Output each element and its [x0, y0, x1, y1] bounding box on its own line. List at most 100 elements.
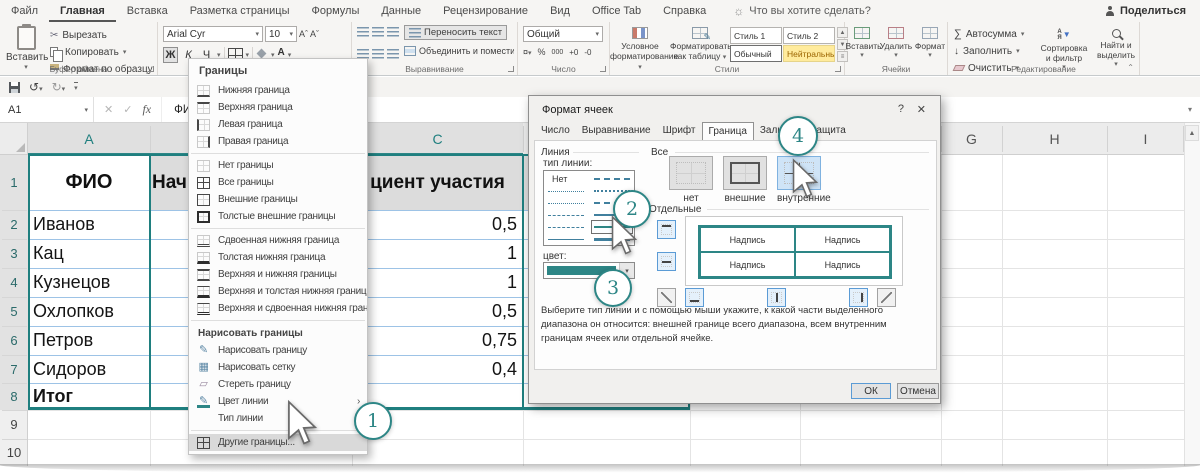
- save-icon[interactable]: [9, 82, 20, 93]
- menu-item[interactable]: Цвет линии›: [189, 393, 367, 410]
- cut-button[interactable]: ✂Вырезать: [50, 28, 153, 42]
- ok-button[interactable]: ОК: [851, 383, 891, 399]
- dialog-tab-font[interactable]: Шрифт: [657, 122, 702, 141]
- menu-item[interactable]: Нарисовать сетку: [189, 359, 367, 376]
- menu-item[interactable]: Все границы: [189, 174, 367, 191]
- fill-button[interactable]: ↓Заполнить▾: [954, 44, 1024, 58]
- border-horizontal-toggle[interactable]: [657, 252, 676, 271]
- copy-button[interactable]: Копировать▾: [50, 45, 153, 59]
- font-size-combo[interactable]: 10▾: [265, 26, 297, 42]
- cancel-button[interactable]: Отмена: [897, 383, 939, 399]
- menu-item[interactable]: Правая граница: [189, 133, 367, 150]
- line-style-option[interactable]: [546, 233, 586, 245]
- menu-item[interactable]: Стереть границу: [189, 376, 367, 393]
- font-name-combo[interactable]: Arial Cyr▾: [163, 26, 263, 42]
- line-style-none[interactable]: Нет: [546, 173, 586, 185]
- cancel-entry-icon[interactable]: ✕: [104, 103, 113, 116]
- menu-item[interactable]: Толстая нижняя граница: [189, 249, 367, 266]
- increase-decimal-button[interactable]: +0: [569, 48, 578, 57]
- tab-insert[interactable]: Вставка: [116, 0, 179, 22]
- preset-outline-button[interactable]: [723, 156, 767, 190]
- dialog-launcher-icon[interactable]: [508, 66, 514, 72]
- line-style-option[interactable]: [546, 185, 586, 197]
- close-icon[interactable]: ✕: [917, 103, 926, 116]
- customize-toolbar-icon[interactable]: ▾: [74, 82, 78, 92]
- preset-none-button[interactable]: [669, 156, 713, 190]
- menu-item[interactable]: Верхняя и нижняя границы: [189, 266, 367, 283]
- row-header-5[interactable]: 5: [0, 297, 28, 326]
- row-header-4[interactable]: 4: [0, 268, 28, 297]
- row-header-6[interactable]: 6: [0, 326, 28, 355]
- merge-center-button[interactable]: Объединить и поместить в центре▾: [404, 46, 514, 56]
- dialog-tab-number[interactable]: Число: [535, 122, 576, 141]
- row-header-3[interactable]: 3: [0, 239, 28, 268]
- tab-home[interactable]: Главная: [49, 0, 116, 22]
- tab-help[interactable]: Справка: [652, 0, 717, 22]
- row-header-2[interactable]: 2: [0, 210, 28, 239]
- align-center-icon[interactable]: [372, 49, 384, 59]
- style-item[interactable]: Стиль 2: [783, 27, 835, 44]
- line-style-option[interactable]: [546, 209, 586, 221]
- menu-item[interactable]: Нижняя граница: [189, 82, 367, 99]
- help-icon[interactable]: ?: [898, 103, 904, 115]
- tell-me-box[interactable]: ☼Что вы хотите сделать?: [733, 4, 871, 18]
- undo-icon[interactable]: ↺▾: [29, 80, 43, 94]
- border-top-toggle[interactable]: [657, 220, 676, 239]
- vertical-scrollbar[interactable]: [1184, 123, 1200, 466]
- align-right-icon[interactable]: [387, 49, 399, 59]
- decrease-decimal-button[interactable]: -0: [584, 48, 591, 57]
- wrap-text-button[interactable]: Переносить текст: [404, 25, 507, 40]
- confirm-entry-icon[interactable]: ✓: [123, 103, 132, 116]
- menu-item[interactable]: Тип линии›: [189, 410, 367, 427]
- insert-function-icon[interactable]: fx: [142, 102, 151, 117]
- expand-formula-bar-icon[interactable]: ▾: [1188, 105, 1192, 114]
- autosum-button[interactable]: ∑Автосумма▾: [954, 27, 1024, 41]
- scroll-up-icon[interactable]: ▲: [1185, 125, 1199, 141]
- row-header-7[interactable]: 7: [0, 355, 28, 383]
- shrink-font-button[interactable]: Аˇ: [310, 29, 319, 39]
- bold-button[interactable]: Ж: [163, 47, 178, 63]
- collapse-ribbon-icon[interactable]: ⌃: [1127, 63, 1134, 72]
- format-as-table-button[interactable]: ✎ Форматировать как таблицу ▾: [670, 22, 730, 62]
- tab-view[interactable]: Вид: [539, 0, 581, 22]
- menu-item[interactable]: Сдвоенная нижняя граница: [189, 232, 367, 249]
- tab-review[interactable]: Рецензирование: [432, 0, 539, 22]
- dialog-launcher-icon[interactable]: [835, 66, 841, 72]
- align-bottom-icon[interactable]: [387, 27, 399, 37]
- grow-font-button[interactable]: Аˆ: [299, 29, 308, 39]
- percent-format-button[interactable]: %: [538, 47, 546, 57]
- menu-item[interactable]: Верхняя и сдвоенная нижняя границы: [189, 300, 367, 317]
- row-header-1[interactable]: 1: [0, 155, 28, 210]
- line-style-option[interactable]: [592, 173, 632, 185]
- menu-item[interactable]: Левая граница: [189, 116, 367, 133]
- line-style-option[interactable]: [546, 197, 586, 209]
- row-header-9[interactable]: 9: [0, 410, 28, 439]
- comma-format-button[interactable]: 000: [552, 49, 564, 56]
- name-box[interactable]: A1▾: [0, 97, 94, 122]
- menu-item[interactable]: Внешние границы: [189, 191, 367, 208]
- tab-formulas[interactable]: Формулы: [300, 0, 370, 22]
- redo-icon[interactable]: ↻▾: [52, 80, 66, 94]
- line-style-option[interactable]: [546, 221, 586, 233]
- currency-format-button[interactable]: ¤▾: [523, 47, 532, 57]
- tab-data[interactable]: Данные: [370, 0, 432, 22]
- tab-page-layout[interactable]: Разметка страницы: [179, 0, 301, 22]
- menu-item[interactable]: Верхняя и толстая нижняя границы: [189, 283, 367, 300]
- style-item[interactable]: Стиль 1: [730, 27, 782, 44]
- menu-item[interactable]: Нет границы: [189, 157, 367, 174]
- align-top-icon[interactable]: [357, 27, 369, 37]
- share-button[interactable]: Поделиться: [1105, 5, 1186, 17]
- menu-item[interactable]: Верхняя граница: [189, 99, 367, 116]
- menu-item[interactable]: Толстые внешние границы: [189, 208, 367, 225]
- row-header-10[interactable]: 10: [0, 439, 28, 466]
- tab-office-tab[interactable]: Office Tab: [581, 0, 652, 22]
- align-middle-icon[interactable]: [372, 27, 384, 37]
- dialog-launcher-icon[interactable]: [600, 66, 606, 72]
- dialog-tab-alignment[interactable]: Выравнивание: [576, 122, 657, 141]
- menu-item[interactable]: Другие границы...: [189, 434, 367, 451]
- menu-item[interactable]: Нарисовать границу: [189, 342, 367, 359]
- style-item-neutral[interactable]: Нейтральный: [783, 45, 835, 62]
- tab-file[interactable]: Файл: [0, 0, 49, 22]
- row-header-8[interactable]: 8: [0, 383, 28, 410]
- dialog-tab-border[interactable]: Граница: [702, 122, 754, 141]
